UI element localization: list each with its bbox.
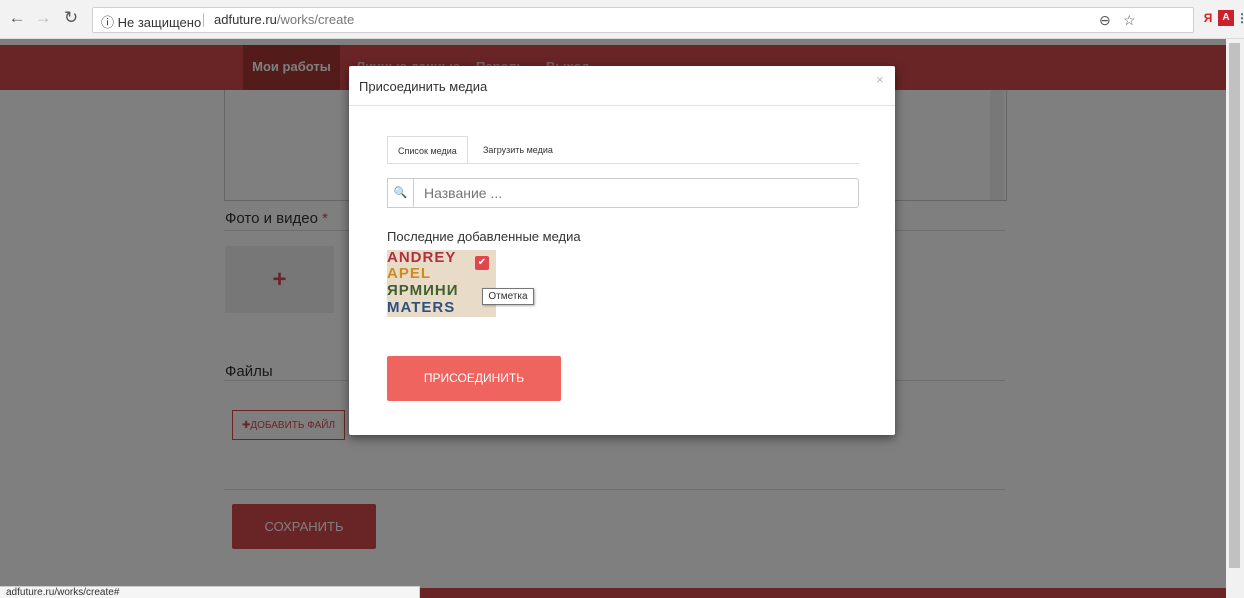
- tooltip: Отметка: [482, 288, 534, 305]
- browser-toolbar: ← → ↻ ⓘ Не защищено adfuture.ru/works/cr…: [0, 0, 1244, 39]
- url-text[interactable]: adfuture.ru/works/create: [214, 12, 354, 27]
- menu-kebab-icon[interactable]: ⋮: [1236, 10, 1244, 26]
- search-input[interactable]: [413, 178, 859, 208]
- url-host: adfuture.ru: [214, 12, 277, 27]
- tab-upload-media[interactable]: Загрузить медиа: [473, 136, 563, 164]
- tabs-underline: [387, 163, 859, 164]
- zoom-icon[interactable]: ⊖: [1099, 12, 1111, 29]
- bookmark-star-icon[interactable]: ☆: [1123, 12, 1136, 29]
- security-indicator[interactable]: ⓘ Не защищено: [101, 12, 201, 31]
- attach-button[interactable]: ПРИСОЕДИНИТЬ: [387, 356, 561, 401]
- media-thumbnail[interactable]: ANDREY APEL ЯРМИНИ MATERS ✔: [387, 250, 496, 317]
- modal-header-divider: [349, 105, 895, 106]
- url-path: /works/create: [276, 12, 355, 27]
- recent-media-label: Последние добавленные медиа: [387, 229, 581, 244]
- modal-title: Присоединить медиа: [359, 79, 488, 94]
- page-scrollbar-thumb[interactable]: [1229, 43, 1240, 568]
- address-bar[interactable]: ⓘ Не защищено adfuture.ru/works/create ⊖…: [92, 7, 1194, 33]
- close-icon[interactable]: ×: [876, 72, 884, 87]
- attach-media-modal: Присоединить медиа × Список медиа Загруз…: [349, 66, 895, 435]
- search-icon: 🔍: [387, 178, 414, 208]
- status-bar: adfuture.ru/works/create#: [0, 586, 420, 598]
- reload-icon[interactable]: ↻: [62, 9, 80, 27]
- forward-arrow-icon[interactable]: →: [34, 9, 52, 27]
- tab-media-list[interactable]: Список медиа: [387, 136, 468, 164]
- thumb-text-row: ЯРМИНИ: [387, 282, 459, 299]
- pdf-extension-icon[interactable]: A: [1218, 10, 1234, 26]
- thumb-text-row: MATERS: [387, 299, 456, 316]
- yandex-extension-icon[interactable]: Я: [1200, 10, 1216, 26]
- back-arrow-icon[interactable]: ←: [8, 9, 26, 27]
- checkmark-icon[interactable]: ✔: [475, 256, 489, 270]
- omnibox-divider: [203, 13, 204, 27]
